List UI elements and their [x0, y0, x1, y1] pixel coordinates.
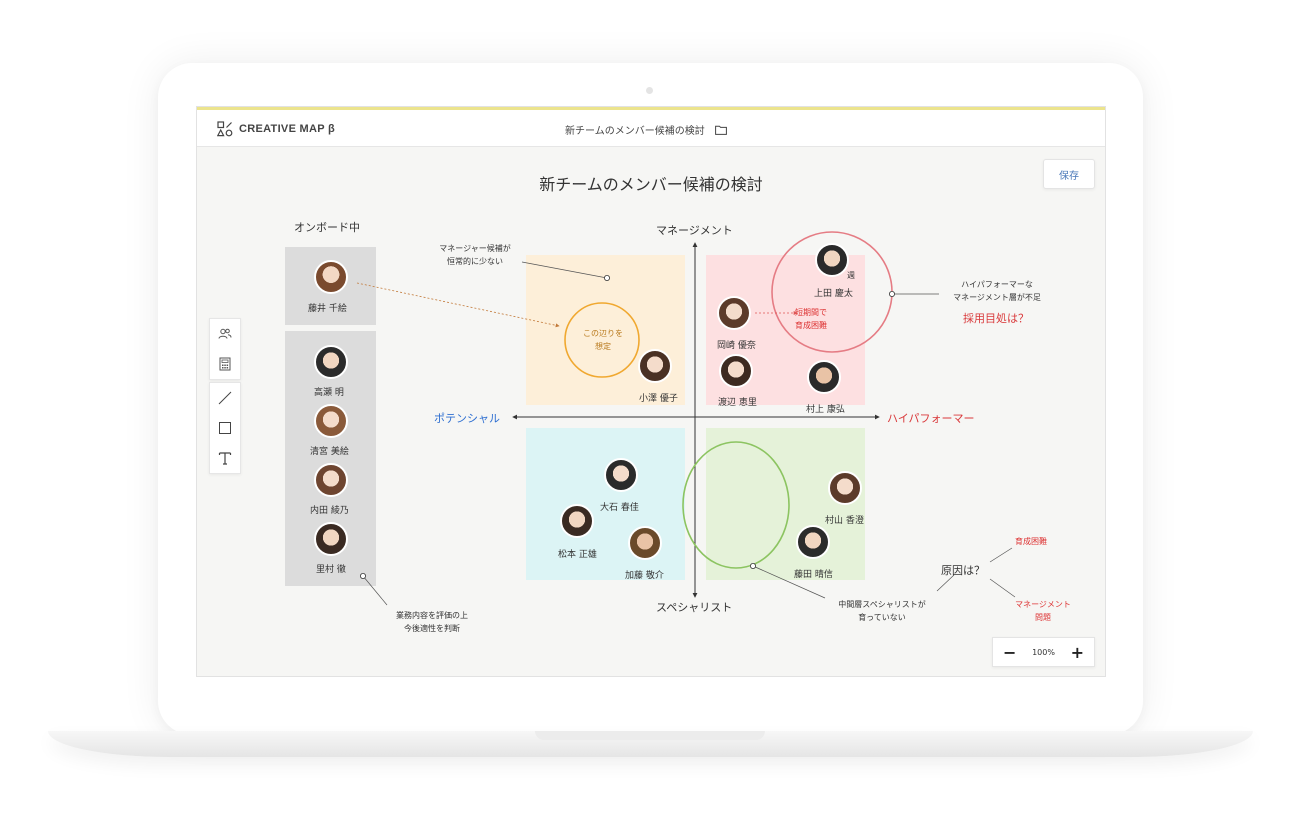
- zoom-out-button[interactable]: −: [1003, 643, 1016, 662]
- circle-label-line2: 想定: [595, 342, 611, 351]
- member-name-kiyomiya: 清宮 美絵: [310, 447, 349, 457]
- specialist-ellipse: [682, 441, 790, 569]
- avatar-murayama[interactable]: [828, 471, 862, 505]
- member-name-ueda: 上田 慶太: [814, 289, 853, 299]
- manager-note-line2: 恒常的に少ない: [447, 257, 503, 266]
- cause-branch-down: [989, 578, 1016, 598]
- member-name-murayama: 村山 香澄: [825, 516, 864, 526]
- hp-note-line2: マネージメント層が不足: [953, 293, 1041, 302]
- member-name-satomura: 里村 徹: [316, 565, 346, 575]
- cause-a-note: 育成困難: [1015, 537, 1047, 546]
- avatar-satomura[interactable]: [314, 522, 348, 556]
- hp-note-dot: [889, 290, 896, 297]
- eval-note-line2: 今後適性を判断: [404, 624, 460, 633]
- cause-note: 原因は？: [941, 564, 985, 577]
- member-name-kato: 加藤 敬介: [625, 571, 664, 581]
- axis-right-label: ハイパフォーマー: [887, 412, 975, 425]
- manager-note-dot: [603, 274, 610, 281]
- avatar-watanabe[interactable]: [719, 354, 753, 388]
- avatar-fujii[interactable]: [314, 260, 348, 294]
- avatar-takase[interactable]: [314, 345, 348, 379]
- member-name-fujii: 藤井 千絵: [308, 304, 347, 314]
- avatar-matsumoto[interactable]: [560, 504, 594, 538]
- axis-bottom-label: スペシャリスト: [656, 601, 733, 614]
- laptop-camera: [646, 87, 653, 94]
- member-name-uchida: 内田 綾乃: [310, 506, 349, 516]
- avatar-fujita[interactable]: [796, 525, 830, 559]
- circle-label: この辺りを 想定: [573, 327, 633, 353]
- eval-note-line1: 業務内容を評価の上: [396, 611, 468, 620]
- eval-note-line: [362, 575, 388, 606]
- mid-note: 中間層スペシャリストが 育っていない: [817, 598, 947, 624]
- member-name-takase: 高瀬 明: [314, 388, 344, 398]
- eval-note-dot: [359, 572, 366, 579]
- manager-note-line1: マネージャー候補が: [439, 244, 511, 253]
- zoom-control: − 100% +: [992, 637, 1095, 667]
- short-term-note: 短期間で 育成困難: [795, 306, 827, 332]
- mid-note-line1: 中間層スペシャリストが: [838, 600, 926, 609]
- member-name-murakami: 村上 康弘: [806, 405, 845, 415]
- hp-note: ハイパフォーマーな マネージメント層が不足: [932, 278, 1062, 304]
- axis-left-label: ポテンシャル: [434, 412, 500, 425]
- laptop-notch: [535, 731, 765, 740]
- avatar-okazaki[interactable]: [717, 296, 751, 330]
- axis-top-label: マネージメント: [656, 224, 733, 237]
- hiring-note: 採用目処は？: [963, 312, 1029, 325]
- avatar-ueda[interactable]: [815, 243, 849, 277]
- badge-ueda: 週: [847, 271, 855, 280]
- cause-b-note: マネージメント 問題: [1003, 598, 1083, 624]
- member-name-fujita: 藤田 晴信: [794, 570, 833, 580]
- avatar-ozawa[interactable]: [638, 349, 672, 383]
- manager-note-line: [521, 261, 608, 279]
- member-name-okazaki: 岡崎 優奈: [717, 341, 756, 351]
- avatar-kato[interactable]: [628, 526, 662, 560]
- short-term-line2: 育成困難: [795, 321, 827, 330]
- mid-note-dot: [750, 562, 757, 569]
- cause-b-line2: 問題: [1035, 613, 1051, 622]
- avatar-uchida[interactable]: [314, 463, 348, 497]
- cause-branch-up: [989, 547, 1013, 563]
- eval-note: 業務内容を評価の上 今後適性を判断: [382, 609, 482, 635]
- manager-note: マネージャー候補が 恒常的に少ない: [425, 242, 525, 268]
- hp-note-line1: ハイパフォーマーな: [961, 280, 1033, 289]
- onboard-connector: [356, 282, 560, 328]
- short-term-line1: 短期間で: [795, 308, 827, 317]
- member-name-ozawa: 小澤 優子: [639, 394, 678, 404]
- member-name-oishi: 大石 春佳: [600, 503, 639, 513]
- avatar-murakami[interactable]: [807, 360, 841, 394]
- circle-label-line1: この辺りを: [583, 329, 623, 338]
- cause-b-line1: マネージメント: [1015, 600, 1071, 609]
- cause-branch-left: [936, 574, 955, 592]
- avatar-oishi[interactable]: [604, 458, 638, 492]
- mid-note-line2: 育っていない: [858, 613, 906, 622]
- avatar-kiyomiya[interactable]: [314, 404, 348, 438]
- member-name-watanabe: 渡辺 恵里: [718, 398, 757, 408]
- app-screen: CREATIVE MAP β 新チームのメンバー候補の検討 保存 新チームのメン…: [196, 106, 1106, 677]
- member-name-matsumoto: 松本 正雄: [558, 550, 597, 560]
- zoom-level: 100%: [1032, 647, 1055, 657]
- zoom-in-button[interactable]: +: [1071, 643, 1084, 662]
